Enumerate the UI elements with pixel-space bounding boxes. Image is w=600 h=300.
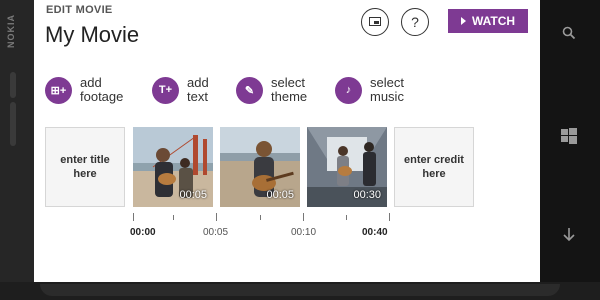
title-card-label: enter title here <box>60 154 110 180</box>
timeline-tick <box>303 213 304 221</box>
page-title: My Movie <box>45 22 140 47</box>
phone-bezel-left: NOKIA <box>0 0 34 300</box>
text-icon: T+ <box>152 76 179 104</box>
credit-card-label: enter credit here <box>404 154 464 180</box>
credit-card[interactable]: enter credit here <box>394 127 474 207</box>
timeline-tick <box>173 215 174 220</box>
cast-button[interactable] <box>361 8 389 36</box>
clip-duration: 00:30 <box>353 189 381 201</box>
clip-duration: 00:05 <box>266 189 294 201</box>
music-icon: ♪ <box>335 76 362 104</box>
footage-icon: ⊞+ <box>45 76 72 104</box>
add-footage-label: add footage <box>80 75 124 104</box>
select-theme-button[interactable]: ✎ select theme <box>236 74 331 106</box>
play-icon <box>460 17 466 25</box>
add-text-button[interactable]: T+ add text <box>152 74 247 106</box>
brand-logo: NOKIA <box>6 14 16 48</box>
video-clip[interactable]: 00:05 <box>220 127 300 207</box>
phone-bezel-right <box>540 0 600 282</box>
windows-icon[interactable] <box>556 128 582 154</box>
cast-icon <box>369 17 381 26</box>
bezel-lip <box>40 284 560 296</box>
timeline-tick <box>216 213 217 221</box>
back-icon[interactable] <box>556 228 582 254</box>
clip-duration: 00:05 <box>179 189 207 201</box>
help-button[interactable]: ? <box>401 8 429 36</box>
phone-bezel-bottom <box>0 282 600 300</box>
brush-icon: ✎ <box>236 76 263 104</box>
timeline-tick <box>260 215 261 220</box>
add-footage-button[interactable]: ⊞+ add footage <box>45 74 140 106</box>
time-label: 00:10 <box>291 227 317 238</box>
video-clip[interactable]: 00:30 <box>307 127 387 207</box>
select-theme-label: select theme <box>271 75 308 104</box>
power-button <box>10 102 16 146</box>
video-clip[interactable]: 00:05 <box>133 127 213 207</box>
time-label: 00:05 <box>203 227 229 238</box>
volume-button <box>10 72 16 98</box>
title-card[interactable]: enter title here <box>45 127 125 207</box>
timeline-tick <box>389 213 390 221</box>
watch-label: WATCH <box>471 14 516 28</box>
select-music-label: select music <box>370 75 404 104</box>
search-icon[interactable] <box>556 26 582 52</box>
watch-button[interactable]: WATCH <box>448 9 528 33</box>
app-screen: EDIT MOVIE My Movie ? WATCH ⊞+ add footag… <box>34 0 540 282</box>
timeline-tick <box>346 215 347 220</box>
time-label: 00:40 <box>362 227 388 238</box>
time-label: 00:00 <box>130 227 156 238</box>
timeline-tick <box>133 213 134 221</box>
select-music-button[interactable]: ♪ select music <box>335 74 430 106</box>
page-subtitle: EDIT MOVIE <box>46 4 113 16</box>
help-icon: ? <box>411 14 419 30</box>
